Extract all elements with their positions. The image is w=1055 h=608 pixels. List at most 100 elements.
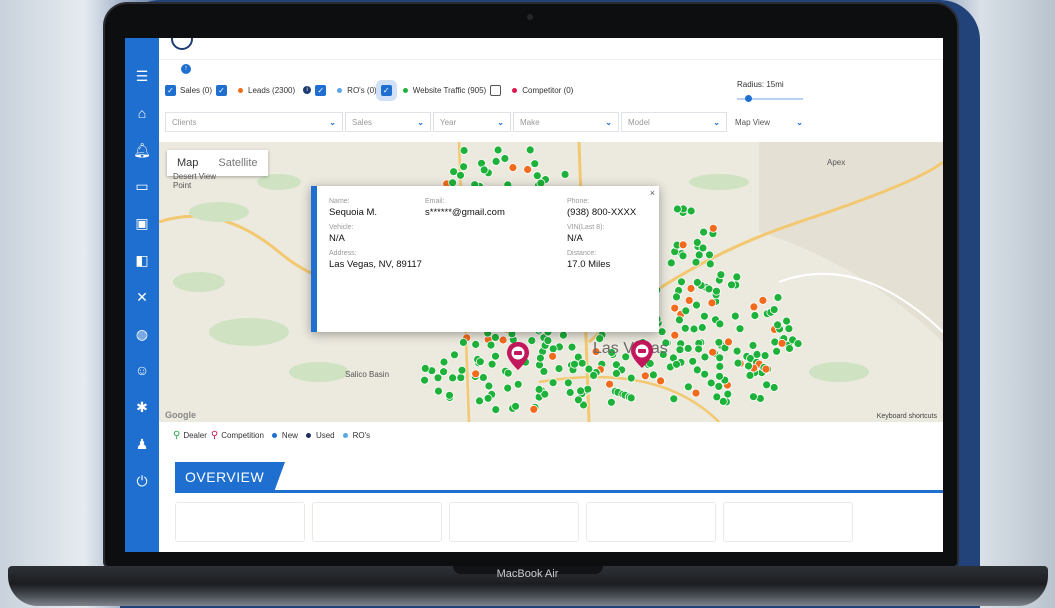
map-view-select[interactable]: Map View ⌄ bbox=[729, 112, 809, 132]
leads-checkbox[interactable]: ✓ bbox=[216, 84, 228, 96]
lead-marker[interactable] bbox=[691, 388, 701, 398]
bell-icon[interactable]: 🔔︎ bbox=[132, 140, 152, 160]
lead-marker[interactable] bbox=[723, 389, 733, 399]
lead-marker[interactable] bbox=[456, 170, 465, 180]
lead-marker[interactable] bbox=[493, 145, 503, 155]
lead-marker[interactable] bbox=[735, 324, 745, 334]
lead-marker[interactable] bbox=[688, 356, 698, 366]
lead-marker[interactable] bbox=[567, 342, 577, 352]
lead-marker[interactable] bbox=[503, 368, 513, 378]
lead-marker[interactable] bbox=[433, 373, 443, 383]
year-select[interactable]: Year ⌄ bbox=[433, 112, 511, 132]
ros-checkbox[interactable]: ✓ bbox=[315, 84, 327, 96]
lead-marker[interactable] bbox=[508, 163, 518, 173]
lead-marker[interactable] bbox=[500, 154, 510, 163]
lead-marker[interactable] bbox=[657, 327, 667, 337]
lead-marker[interactable] bbox=[434, 386, 443, 396]
lead-marker[interactable] bbox=[733, 358, 743, 368]
lead-marker[interactable] bbox=[672, 292, 681, 302]
lead-marker[interactable] bbox=[684, 295, 694, 305]
lead-marker[interactable] bbox=[487, 359, 497, 369]
lead-marker[interactable] bbox=[666, 258, 676, 268]
lead-marker[interactable] bbox=[686, 206, 696, 216]
lead-marker[interactable] bbox=[730, 311, 740, 321]
lead-marker[interactable] bbox=[491, 351, 500, 361]
lead-marker[interactable] bbox=[535, 353, 545, 363]
tools-icon[interactable]: ✕ bbox=[132, 287, 152, 307]
lead-marker[interactable] bbox=[727, 280, 736, 290]
lead-marker[interactable] bbox=[498, 335, 508, 345]
lead-marker[interactable] bbox=[675, 345, 685, 355]
lead-marker[interactable] bbox=[692, 300, 701, 310]
lead-marker[interactable] bbox=[758, 295, 768, 305]
lead-marker[interactable] bbox=[511, 401, 521, 411]
keyboard-shortcuts-link[interactable]: Keyboard shortcuts bbox=[877, 413, 937, 420]
lead-marker[interactable] bbox=[705, 250, 714, 260]
lead-marker[interactable] bbox=[471, 339, 481, 349]
radius-slider-knob[interactable] bbox=[745, 95, 752, 102]
lead-marker[interactable] bbox=[714, 381, 724, 391]
make-select[interactable]: Make ⌄ bbox=[513, 112, 619, 132]
lead-marker[interactable] bbox=[704, 284, 714, 294]
lead-marker[interactable] bbox=[782, 316, 791, 326]
lead-marker[interactable] bbox=[648, 370, 658, 380]
lead-marker[interactable] bbox=[770, 337, 780, 347]
lead-marker[interactable] bbox=[769, 383, 779, 392]
lead-marker[interactable] bbox=[484, 381, 494, 391]
lead-marker[interactable] bbox=[565, 388, 575, 397]
info-icon[interactable]: i bbox=[303, 86, 312, 94]
sales-checkbox[interactable]: ✓ bbox=[165, 84, 176, 96]
radius-slider[interactable] bbox=[737, 95, 803, 102]
lead-marker[interactable] bbox=[532, 171, 542, 181]
power-icon[interactable]: ⏻ bbox=[132, 471, 152, 491]
lead-marker[interactable] bbox=[680, 323, 690, 333]
lead-marker[interactable] bbox=[420, 363, 430, 373]
lead-marker[interactable] bbox=[705, 259, 715, 269]
card-icon[interactable]: ▭ bbox=[132, 176, 152, 196]
lead-marker[interactable] bbox=[744, 361, 753, 371]
lead-marker[interactable] bbox=[611, 368, 621, 378]
lead-marker[interactable] bbox=[483, 393, 493, 403]
lead-marker[interactable] bbox=[583, 384, 593, 394]
lead-marker[interactable] bbox=[459, 146, 469, 155]
lead-marker[interactable] bbox=[570, 359, 579, 369]
lead-marker[interactable] bbox=[677, 277, 686, 287]
lead-marker[interactable] bbox=[732, 346, 742, 356]
lead-marker[interactable] bbox=[693, 277, 702, 287]
lead-marker[interactable] bbox=[749, 302, 759, 312]
lead-marker[interactable] bbox=[694, 344, 703, 354]
lead-marker[interactable] bbox=[793, 339, 803, 349]
lead-marker[interactable] bbox=[760, 351, 770, 361]
lead-marker[interactable] bbox=[750, 311, 760, 320]
lead-marker[interactable] bbox=[513, 379, 523, 389]
lead-marker[interactable] bbox=[724, 337, 733, 347]
lead-marker[interactable] bbox=[563, 378, 573, 388]
lead-marker[interactable] bbox=[678, 251, 688, 261]
lead-marker[interactable] bbox=[457, 365, 467, 375]
lead-marker[interactable] bbox=[745, 370, 755, 380]
lead-marker[interactable] bbox=[529, 404, 539, 414]
lead-marker[interactable] bbox=[589, 370, 599, 380]
lead-marker[interactable] bbox=[692, 365, 702, 375]
lead-marker[interactable] bbox=[548, 344, 558, 354]
lead-marker[interactable] bbox=[669, 394, 679, 404]
lead-marker[interactable] bbox=[762, 380, 771, 390]
lead-marker[interactable] bbox=[681, 306, 691, 316]
lead-marker[interactable] bbox=[678, 240, 688, 250]
lead-marker[interactable] bbox=[700, 311, 709, 321]
lead-marker[interactable] bbox=[691, 257, 701, 267]
lead-marker[interactable] bbox=[684, 382, 693, 392]
lead-marker[interactable] bbox=[554, 364, 564, 374]
lead-marker[interactable] bbox=[692, 238, 702, 247]
lead-marker[interactable] bbox=[640, 371, 650, 381]
lead-marker[interactable] bbox=[448, 373, 458, 383]
map[interactable]: Map Satellite Desert View Point Apex Sal… bbox=[159, 142, 943, 422]
lead-marker[interactable] bbox=[718, 396, 728, 406]
lead-marker[interactable] bbox=[450, 350, 459, 360]
list-check-icon[interactable]: ☰ bbox=[132, 66, 152, 86]
lead-marker[interactable] bbox=[748, 340, 758, 350]
lead-marker[interactable] bbox=[749, 392, 758, 402]
lead-marker[interactable] bbox=[673, 204, 682, 214]
lead-marker[interactable] bbox=[784, 324, 794, 334]
lead-marker[interactable] bbox=[605, 379, 615, 389]
